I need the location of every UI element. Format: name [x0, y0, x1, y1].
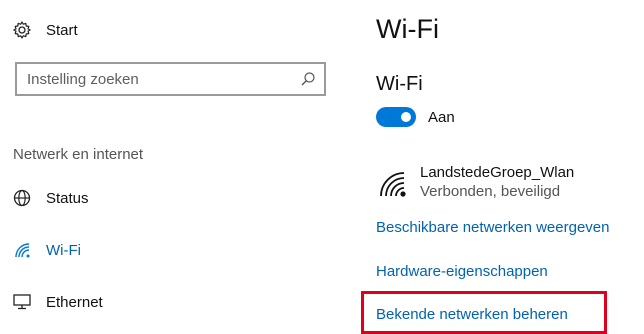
toggle-switch[interactable] [376, 107, 416, 127]
page-title: Wi-Fi [376, 14, 439, 44]
wifi-icon [12, 240, 32, 260]
section-title: Wi-Fi [376, 73, 423, 95]
sidebar-item-label: Wi-Fi [46, 241, 81, 259]
section-heading: Netwerk en internet [13, 146, 144, 163]
toggle-state-label: Aan [428, 108, 455, 126]
home-label: Start [46, 21, 78, 39]
show-available-networks-link[interactable]: Beschikbare netwerken weergeven [376, 219, 609, 236]
highlight-box [361, 291, 607, 334]
search-input[interactable] [17, 64, 292, 94]
toggle-knob [401, 112, 411, 122]
sidebar-item-label: Ethernet [46, 293, 103, 311]
sidebar-item-wifi[interactable]: Wi-Fi [12, 240, 81, 260]
search-box[interactable] [15, 62, 326, 96]
sidebar-item-label: Status [46, 189, 89, 207]
globe-icon [12, 188, 32, 208]
home-button[interactable]: Start [12, 20, 78, 40]
connected-network[interactable]: LandstedeGroep_Wlan Verbonden, beveiligd [378, 163, 574, 201]
search-icon[interactable] [292, 71, 324, 87]
gear-icon [12, 20, 32, 40]
network-status: Verbonden, beveiligd [420, 183, 561, 200]
network-name: LandstedeGroep_Wlan [420, 164, 575, 181]
sidebar-item-ethernet[interactable]: Ethernet [12, 292, 103, 312]
monitor-icon [12, 292, 32, 312]
wifi-secured-icon [378, 169, 408, 199]
wifi-toggle[interactable]: Aan [376, 107, 455, 127]
hardware-properties-link[interactable]: Hardware-eigenschappen [376, 263, 548, 280]
network-info: LandstedeGroep_Wlan Verbonden, beveiligd [420, 163, 574, 201]
sidebar-item-status[interactable]: Status [12, 188, 89, 208]
